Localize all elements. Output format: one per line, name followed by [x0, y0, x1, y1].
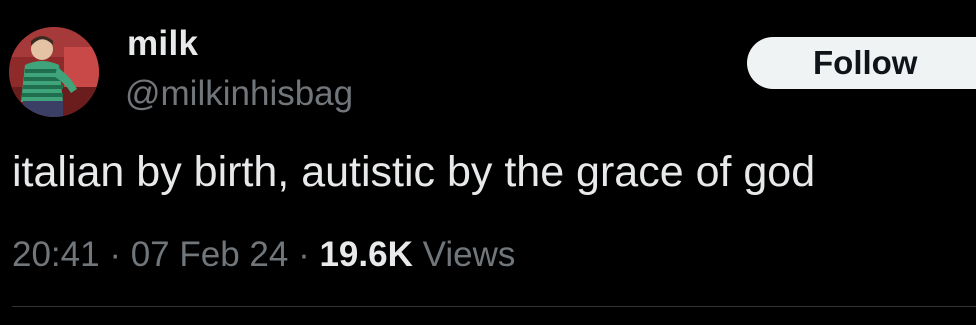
tweet-date[interactable]: 07 Feb 24: [131, 235, 289, 274]
avatar[interactable]: [9, 27, 99, 117]
avatar-image: [9, 27, 99, 117]
follow-button[interactable]: Follow: [747, 37, 976, 89]
display-name[interactable]: milk: [127, 24, 198, 64]
meta-separator: ·: [298, 235, 310, 274]
divider: [12, 306, 976, 307]
tweet-meta: 20:41 · 07 Feb 24 · 19.6K Views: [12, 233, 515, 277]
views-count: 19.6K: [319, 235, 413, 274]
tweet-time[interactable]: 20:41: [12, 235, 100, 274]
user-handle[interactable]: @milkinhisbag: [125, 74, 353, 114]
views-label: Views: [422, 235, 516, 274]
meta-separator: ·: [109, 235, 121, 274]
tweet-card: milk @milkinhisbag Follow italian by bir…: [0, 0, 976, 325]
tweet-text: italian by birth, autistic by the grace …: [12, 148, 816, 196]
